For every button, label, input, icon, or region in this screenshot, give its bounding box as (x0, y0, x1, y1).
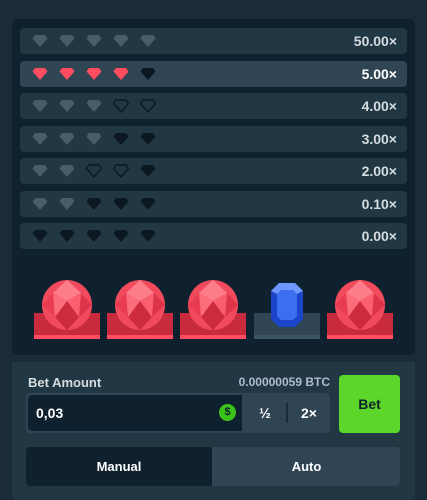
gem-black-icon (140, 132, 156, 145)
paytable-row: 3.00× (20, 125, 407, 152)
gem-outline-icon (140, 99, 156, 113)
paytable-multiplier: 0.10× (361, 195, 397, 212)
bet-button[interactable]: Bet (339, 375, 400, 433)
bet-amount-label: Bet Amount (28, 375, 102, 390)
tab-auto[interactable]: Auto (213, 447, 400, 486)
paytable-gems (20, 229, 156, 243)
ruby-icon (115, 280, 165, 330)
paytable-gems (20, 132, 156, 146)
gem-grey-icon (86, 100, 102, 112)
btc-amount: 0.00000059 BTC (238, 375, 330, 389)
gem-black-icon (113, 230, 129, 242)
gem-outline-icon (113, 99, 129, 113)
dollar-coin-icon: $ (219, 404, 236, 421)
paytable-row: 5.00× (20, 60, 407, 87)
paytable-row: 0.00× (20, 223, 407, 249)
gem-black-icon (140, 67, 156, 80)
gem-grey-icon (140, 35, 156, 47)
gem-black-icon (140, 165, 156, 177)
gem-black-icon (113, 132, 129, 145)
gem-grey-icon (113, 35, 129, 47)
gem-black-icon (113, 197, 129, 210)
result-tile (254, 258, 320, 348)
gem-black-icon (32, 230, 48, 242)
paytable-row: 2.00× (20, 158, 407, 184)
paytable-row: 50.00× (20, 28, 407, 54)
tab-manual[interactable]: Manual (26, 447, 212, 486)
sapphire-icon (271, 283, 303, 327)
gem-red-icon (32, 67, 48, 80)
paytable-gems (20, 67, 156, 81)
gem-black-icon (140, 197, 156, 210)
gem-grey-icon (59, 35, 75, 47)
paytable-gems (20, 197, 156, 211)
mode-toggle: Manual Auto (26, 447, 400, 486)
gem-outline-icon (113, 164, 129, 178)
paytable-gems (20, 164, 156, 178)
gem-grey-icon (32, 132, 48, 145)
result-board (20, 258, 407, 348)
gem-outline-icon (86, 164, 102, 178)
gem-grey-icon (32, 100, 48, 112)
gem-red-icon (86, 67, 102, 80)
gem-black-icon (86, 197, 102, 210)
paytable-multiplier: 4.00× (361, 98, 397, 114)
result-tile (180, 258, 246, 348)
paytable-multiplier: 50.00× (353, 33, 397, 49)
gem-black-icon (86, 230, 102, 242)
gem-black-icon (140, 230, 156, 242)
double-bet-button[interactable]: 2× (288, 393, 330, 433)
paytable-gems (20, 99, 156, 113)
gem-grey-icon (59, 100, 75, 112)
result-tile (327, 258, 393, 348)
paytable-gems (20, 34, 156, 48)
result-tile (107, 258, 173, 348)
ruby-icon (335, 280, 385, 330)
paytable-multiplier: 0.00× (361, 228, 397, 244)
gem-black-icon (59, 230, 75, 242)
gem-grey-icon (32, 35, 48, 47)
paytable-row: 0.10× (20, 190, 407, 217)
gem-grey-icon (59, 132, 75, 145)
gem-red-icon (113, 67, 129, 80)
gem-grey-icon (86, 132, 102, 145)
gem-grey-icon (59, 197, 75, 210)
paytable-multiplier: 3.00× (361, 130, 397, 147)
gem-grey-icon (32, 197, 48, 210)
half-bet-button[interactable]: ½ (244, 393, 286, 433)
paytable-row: 4.00× (20, 93, 407, 119)
paytable-multiplier: 2.00× (361, 163, 397, 179)
ruby-icon (42, 280, 92, 330)
ruby-icon (188, 280, 238, 330)
paytable-multiplier: 5.00× (361, 65, 397, 82)
gem-grey-icon (59, 165, 75, 177)
gem-red-icon (59, 67, 75, 80)
bet-amount-input[interactable] (28, 395, 242, 431)
result-tile (34, 258, 100, 348)
gem-grey-icon (32, 165, 48, 177)
gem-grey-icon (86, 35, 102, 47)
